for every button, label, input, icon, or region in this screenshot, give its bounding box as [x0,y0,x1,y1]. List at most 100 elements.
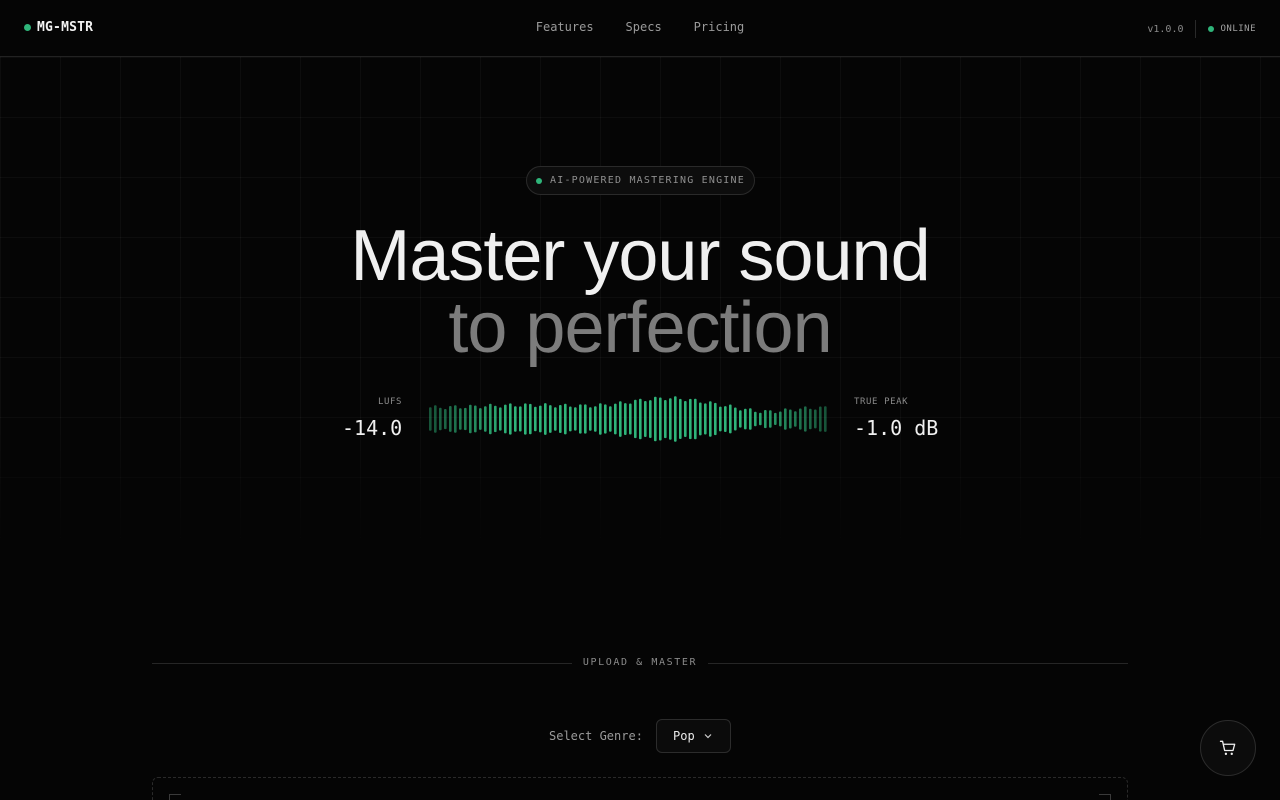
waveform-bar [564,403,567,435]
status-dot-icon [1208,26,1215,32]
waveform-bar [794,411,797,427]
waveform-bar [739,410,742,428]
waveform-bar [809,408,812,430]
waveform-bar [459,408,462,430]
waveform-bar [764,410,767,429]
waveform-bar [649,400,652,438]
waveform-bar [704,403,707,435]
waveform-bar [694,398,697,440]
waveform-bar [604,404,607,434]
badge-dot-icon [536,177,543,184]
waveform-bar [434,405,437,433]
waveform-bar [544,403,547,435]
waveform-bar [579,404,582,434]
nav-link-pricing[interactable]: Pricing [694,20,745,34]
top-header: MG-MSTR Features Specs Pricing v1.0.0 ON… [0,0,1280,57]
waveform-bar [584,404,587,434]
waveform-bar [594,406,597,432]
chevron-down-icon [704,734,712,739]
cart-button[interactable] [1200,720,1256,776]
waveform-bar [684,401,687,437]
waveform-bar [824,406,827,432]
waveform-bar [664,400,667,439]
genre-label: Select Genre: [549,729,643,743]
waveform-bar [464,407,467,431]
waveform-bar [779,411,782,427]
waveform-bar [599,403,602,435]
genre-select[interactable]: Pop [656,719,731,753]
lufs-label: LUFS [378,397,403,407]
lufs-value: -14.0 [342,416,403,440]
waveform-bar [439,407,442,431]
waveform-bar [634,399,637,439]
upload-section-title: UPLOAD & MASTER [582,657,698,668]
nav-link-features[interactable]: Features [536,20,594,34]
waveform-bar [484,406,487,432]
waveform-bar [689,398,692,440]
upload-dropzone[interactable] [152,777,1128,800]
waveform-bar [754,411,757,427]
waveform-bar [699,402,702,436]
waveform-bar [494,405,497,433]
status-text: ONLINE [1220,24,1256,34]
waveform-bar [619,401,622,437]
waveform-bar [609,406,612,432]
waveform-bar [799,408,802,430]
waveform-bar [449,406,452,432]
waveform-bar [719,406,722,432]
waveform-bar [714,402,717,436]
header-status: v1.0.0 ONLINE [1147,20,1256,38]
waveform-bar [514,406,517,432]
waveform-bar [554,407,557,431]
true-peak-label: TRUE PEAK [854,397,909,407]
waveform-bar [474,405,477,433]
waveform-bar [569,406,572,432]
waveform-bar [499,407,502,431]
waveform-bar [724,406,727,432]
status-badge: ONLINE [1208,24,1256,34]
waveform-bar [574,407,577,431]
waveform-bar [644,401,647,437]
waveform-bar [784,408,787,430]
waveform-bar [819,406,822,432]
waveform-bar [759,412,762,426]
header-divider [1195,20,1197,38]
waveform-visualizer [429,396,827,442]
waveform-bar [669,398,672,440]
badge-text: AI-POWERED MASTERING ENGINE [550,175,745,186]
genre-select-value: Pop [673,729,695,743]
waveform-bar [789,409,792,429]
waveform-bar [549,405,552,433]
waveform-bar [559,405,562,433]
waveform-bar [469,404,472,434]
waveform-bar [489,403,492,435]
waveform-bar [504,404,507,434]
waveform-bar [659,397,662,441]
true-peak-value: -1.0 dB [854,416,939,440]
waveform-bar [479,408,482,430]
dropzone-corner-top-left [169,794,181,800]
waveform-bar [444,409,447,430]
version-label: v1.0.0 [1147,23,1184,35]
waveform-bar [529,403,532,435]
waveform-bar [709,401,712,437]
waveform-bar [629,403,632,435]
waveform-bar [674,396,677,442]
waveform-bar [614,403,617,435]
waveform-bar [814,409,817,429]
waveform-bar [749,408,752,430]
dropzone-corner-top-right [1099,794,1111,800]
waveform-bar [744,408,747,430]
waveform-bar [589,407,592,431]
waveform-bar [679,398,682,439]
waveform-bar [639,398,642,440]
waveform-bar [534,406,537,432]
waveform-bar [539,405,542,433]
hero-title-line2: to perfection [448,288,832,368]
waveform-bar [454,405,457,433]
waveform-bar [519,406,522,432]
main-nav: Features Specs Pricing [0,20,1280,34]
waveform-bar [734,407,737,431]
waveform-bar [774,412,777,425]
nav-link-specs[interactable]: Specs [626,20,662,34]
